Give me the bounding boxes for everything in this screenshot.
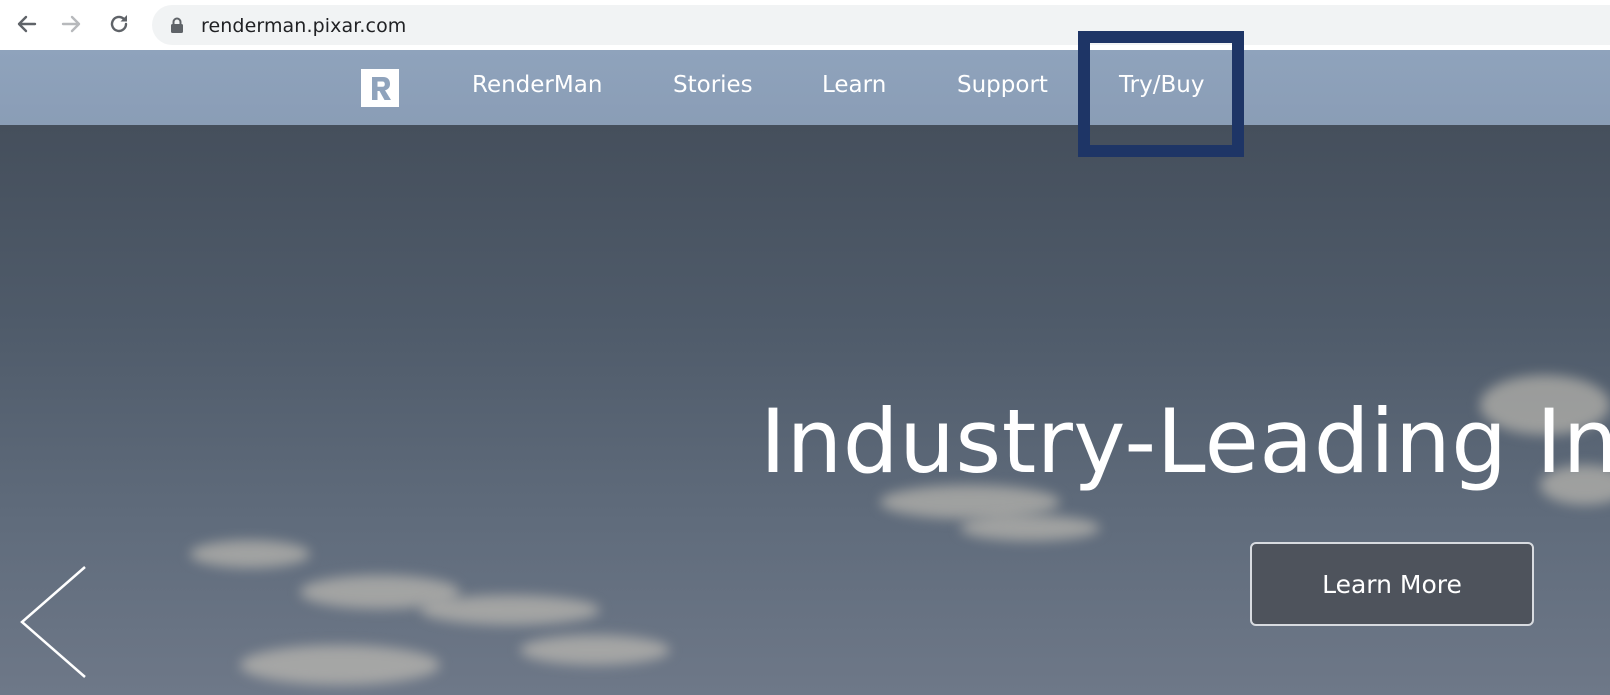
site-navigation: RenderMan Stories Learn Support Try/Buy <box>0 50 1610 125</box>
reload-button[interactable] <box>104 9 134 39</box>
hero-banner: Industry-Leading Inn Learn More <box>0 125 1610 695</box>
arrow-right-icon <box>61 15 81 33</box>
nav-item-support[interactable]: Support <box>957 72 1048 98</box>
address-bar[interactable]: renderman.pixar.com <box>152 5 1610 45</box>
renderman-logo-icon[interactable] <box>361 69 399 107</box>
chevron-left-icon[interactable] <box>18 565 88 685</box>
cloud-decoration <box>240 645 440 685</box>
nav-item-stories[interactable]: Stories <box>673 72 753 98</box>
reload-icon <box>110 15 128 33</box>
cloud-decoration <box>520 635 670 665</box>
arrow-left-icon <box>17 15 37 33</box>
back-button[interactable] <box>11 9 41 39</box>
lock-icon <box>171 17 183 33</box>
learn-more-button[interactable]: Learn More <box>1250 542 1534 626</box>
nav-item-try-buy[interactable]: Try/Buy <box>1119 72 1204 98</box>
forward-button[interactable] <box>57 9 87 39</box>
cloud-decoration <box>960 515 1100 541</box>
cloud-decoration <box>190 540 310 568</box>
cloud-decoration <box>420 595 600 625</box>
url-text[interactable]: renderman.pixar.com <box>201 15 406 37</box>
browser-toolbar: renderman.pixar.com <box>0 0 1610 50</box>
hero-title: Industry-Leading Inn <box>760 390 1610 493</box>
nav-item-renderman[interactable]: RenderMan <box>472 72 602 98</box>
nav-item-learn[interactable]: Learn <box>822 72 886 98</box>
